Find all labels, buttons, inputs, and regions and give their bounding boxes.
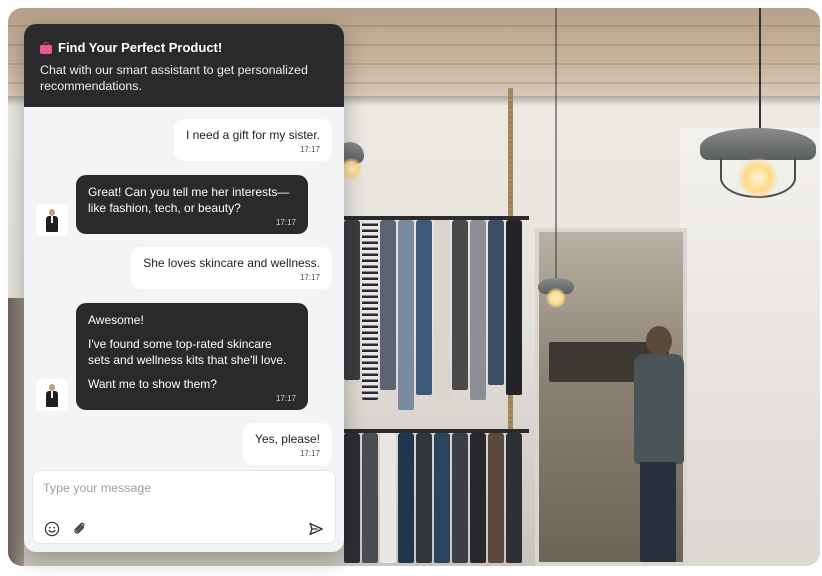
chat-title: Find Your Perfect Product! xyxy=(58,40,223,55)
chat-title-row: Find Your Perfect Product! xyxy=(40,40,328,56)
send-icon[interactable] xyxy=(307,520,325,538)
garment xyxy=(416,220,432,395)
assistant-avatar xyxy=(36,379,68,411)
garment xyxy=(398,433,414,563)
chat-subtitle: Chat with our smart assistant to get per… xyxy=(40,63,308,93)
garment xyxy=(452,220,468,390)
message-text: She loves skincare and wellness. xyxy=(143,256,320,270)
garment xyxy=(380,220,396,390)
shopper-legs xyxy=(640,462,676,562)
shopper-torso xyxy=(634,354,684,464)
garment xyxy=(362,433,378,563)
garment xyxy=(398,220,414,410)
garment xyxy=(470,220,486,400)
left-clothes-rack xyxy=(8,298,24,566)
message-text: Yes, please! xyxy=(255,432,320,446)
lamp-cord xyxy=(759,8,761,133)
chat-widget: Find Your Perfect Product! Chat with our… xyxy=(24,24,344,552)
user-message: She loves skincare and wellness. 17:17 xyxy=(131,247,332,289)
message-timestamp: 17:17 xyxy=(275,394,296,403)
garment xyxy=(506,220,522,395)
message-input[interactable] xyxy=(43,479,323,497)
chat-header: Find Your Perfect Product! Chat with our… xyxy=(24,24,344,107)
message-paragraph: Want me to show them? xyxy=(88,377,217,391)
garment xyxy=(488,220,504,385)
user-message: I need a gift for my sister. 17:17 xyxy=(173,119,332,161)
pendant-lamp-right xyxy=(700,8,820,208)
message-paragraph: I've found some top-rated skincare sets … xyxy=(88,337,287,367)
shopper-figure xyxy=(628,326,688,566)
message-composer xyxy=(32,470,336,544)
message-paragraph: Awesome! xyxy=(88,313,144,327)
garment xyxy=(506,433,522,563)
lamp-shade xyxy=(700,128,816,160)
message-timestamp: 17:17 xyxy=(299,145,320,154)
message-timestamp: 17:17 xyxy=(299,273,320,282)
message-text: Great! Can you tell me her interests—lik… xyxy=(88,185,290,215)
user-message: Yes, please! 17:17 xyxy=(243,423,332,465)
lamp-bulb xyxy=(738,158,778,198)
pendant-lamp-mirror xyxy=(538,8,574,318)
lamp-bulb xyxy=(546,288,566,308)
shopper-head xyxy=(646,326,672,356)
hanging-garments-bottom xyxy=(344,433,522,563)
message-timestamp: 17:17 xyxy=(299,449,320,458)
garment xyxy=(344,433,360,563)
message-list: I need a gift for my sister. 17:17 Great… xyxy=(24,107,344,470)
assistant-message: Great! Can you tell me her interests—lik… xyxy=(76,175,308,234)
garment xyxy=(362,220,378,400)
lamp-cord xyxy=(555,8,557,280)
shopping-bag-icon xyxy=(40,42,52,54)
garment xyxy=(416,433,432,563)
garment xyxy=(344,220,360,380)
garment xyxy=(452,433,468,563)
garment xyxy=(488,433,504,563)
attachment-icon[interactable] xyxy=(71,520,89,538)
assistant-avatar xyxy=(36,204,68,236)
assistant-message: Awesome! I've found some top-rated skinc… xyxy=(76,303,308,410)
emoji-icon[interactable] xyxy=(43,520,61,538)
message-text: Awesome! I've found some top-rated skinc… xyxy=(88,312,296,392)
garment xyxy=(434,220,450,405)
garment xyxy=(434,433,450,563)
hanging-garments-top xyxy=(344,220,522,410)
message-timestamp: 17:17 xyxy=(275,218,296,227)
message-text: I need a gift for my sister. xyxy=(185,128,320,142)
garment xyxy=(380,433,396,563)
garment xyxy=(470,433,486,563)
